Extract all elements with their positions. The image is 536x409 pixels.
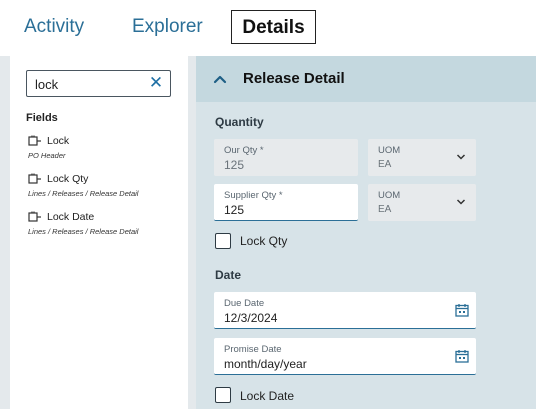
field-result-label: Lock bbox=[47, 135, 70, 147]
search-box: ✕ bbox=[26, 70, 171, 97]
field-result-label: Lock Date bbox=[47, 211, 95, 223]
our-qty-uom-select[interactable]: UOM EA bbox=[368, 139, 476, 176]
supplier-qty-label: Supplier Qty * bbox=[224, 190, 283, 201]
date-heading: Date bbox=[215, 268, 242, 282]
uom-value: EA bbox=[378, 204, 392, 215]
field-result-path: Lines / Releases / Release Detail bbox=[28, 189, 139, 198]
calendar-icon[interactable] bbox=[455, 303, 469, 317]
our-qty-value: 125 bbox=[224, 158, 245, 172]
calendar-icon[interactable] bbox=[455, 349, 469, 363]
field-link-icon bbox=[28, 211, 41, 222]
due-date-field[interactable]: Due Date 12/3/2024 bbox=[214, 292, 476, 329]
chevron-down-icon[interactable] bbox=[456, 197, 466, 207]
search-input[interactable] bbox=[35, 75, 145, 93]
lock-date-label: Lock Date bbox=[240, 389, 295, 403]
field-result-lock-date[interactable]: Lock Date Lines / Releases / Release Det… bbox=[28, 210, 188, 236]
field-result-label: Lock Qty bbox=[47, 173, 89, 185]
fields-sidebar: ✕ Fields Lock PO Header bbox=[0, 56, 196, 409]
due-date-value[interactable]: 12/3/2024 bbox=[224, 311, 277, 325]
uom-label: UOM bbox=[378, 145, 401, 156]
clear-search-icon[interactable]: ✕ bbox=[148, 74, 164, 92]
fields-heading: Fields bbox=[26, 112, 58, 124]
tab-explorer[interactable]: Explorer bbox=[132, 10, 203, 44]
field-link-icon bbox=[28, 173, 41, 184]
uom-value: EA bbox=[378, 159, 392, 170]
our-qty-label: Our Qty * bbox=[224, 145, 264, 156]
lock-qty-checkbox[interactable] bbox=[215, 233, 231, 249]
section-title: Release Detail bbox=[243, 70, 345, 87]
tab-bar: Activity Explorer Details bbox=[0, 0, 536, 56]
field-link-icon bbox=[28, 135, 41, 146]
supplier-qty-uom-select[interactable]: UOM EA bbox=[368, 184, 476, 221]
our-qty-field: Our Qty * 125 bbox=[214, 139, 358, 176]
supplier-qty-field[interactable]: Supplier Qty * 125 bbox=[214, 184, 358, 221]
fields-sidebar-content: ✕ Fields Lock PO Header bbox=[10, 56, 188, 409]
field-result-lock-qty[interactable]: Lock Qty Lines / Releases / Release Deta… bbox=[28, 172, 188, 198]
quantity-heading: Quantity bbox=[215, 115, 264, 129]
chevron-down-icon[interactable] bbox=[456, 152, 466, 162]
tab-activity[interactable]: Activity bbox=[24, 10, 84, 44]
tab-details[interactable]: Details bbox=[231, 10, 316, 44]
promise-date-label: Promise Date bbox=[224, 344, 282, 355]
uom-label: UOM bbox=[378, 190, 401, 201]
lock-date-checkbox[interactable] bbox=[215, 387, 231, 403]
field-result-lock[interactable]: Lock PO Header bbox=[28, 134, 188, 160]
field-result-path: PO Header bbox=[28, 151, 66, 160]
field-result-path: Lines / Releases / Release Detail bbox=[28, 227, 139, 236]
section-header: Release Detail bbox=[196, 56, 536, 102]
lock-qty-label: Lock Qty bbox=[240, 234, 288, 248]
supplier-qty-value[interactable]: 125 bbox=[224, 203, 244, 217]
due-date-label: Due Date bbox=[224, 298, 265, 309]
promise-date-field[interactable]: Promise Date month/day/year bbox=[214, 338, 476, 375]
promise-date-placeholder[interactable]: month/day/year bbox=[224, 357, 307, 371]
chevron-up-icon[interactable] bbox=[212, 71, 228, 87]
release-detail-panel: Release Detail Quantity Our Qty * 125 UO… bbox=[196, 56, 536, 409]
